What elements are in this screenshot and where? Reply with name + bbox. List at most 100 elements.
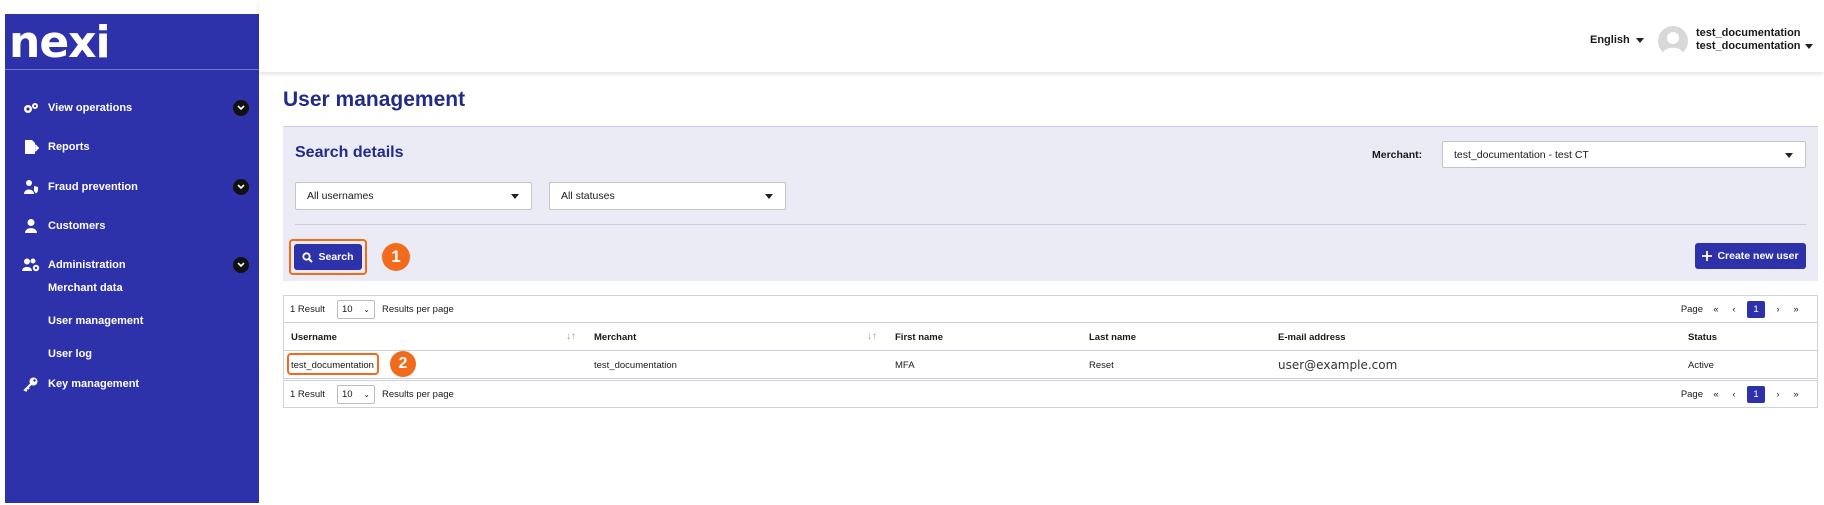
caret-down-icon xyxy=(1785,153,1793,158)
key-icon xyxy=(21,374,41,394)
results-bar-top: 1 Result 10 ⌄ Results per page Page « ‹ … xyxy=(283,295,1818,323)
nexi-logo[interactable]: nexi xyxy=(9,21,111,65)
search-panel-title: Search details xyxy=(295,144,404,161)
next-page-button[interactable]: › xyxy=(1769,304,1787,315)
sort-icon[interactable]: ↓↑ xyxy=(566,331,576,342)
chevron-down-icon[interactable] xyxy=(233,100,249,116)
cell-username[interactable]: test_documentation xyxy=(291,360,374,371)
chevron-down-icon: ⌄ xyxy=(363,390,370,399)
merchant-select-value: test_documentation - test CT xyxy=(1454,148,1589,161)
sidebar-item-reports[interactable]: Reports xyxy=(5,132,259,162)
search-panel: Search details Merchant: test_documentat… xyxy=(283,126,1818,281)
sidebar-subitem-merchant-data[interactable]: Merchant data xyxy=(48,282,123,294)
chevron-down-icon[interactable] xyxy=(233,257,249,273)
caret-down-icon xyxy=(511,194,519,199)
status-select[interactable]: All statuses xyxy=(549,182,786,210)
current-page-button[interactable]: 1 xyxy=(1747,301,1765,318)
prev-page-button[interactable]: ‹ xyxy=(1725,389,1743,400)
pagination: Page « ‹ 1 › » xyxy=(1681,386,1805,403)
sidebar-item-label: Key management xyxy=(48,378,140,390)
search-button[interactable]: Search xyxy=(294,244,362,270)
merchant-label: Merchant: xyxy=(1372,149,1423,161)
sidebar-divider xyxy=(5,69,259,70)
step-badge-1: 1 xyxy=(382,243,410,271)
column-header-first-name: First name xyxy=(895,332,944,343)
sidebar-subitem-user-log[interactable]: User log xyxy=(48,348,92,360)
language-label: English xyxy=(1590,34,1630,46)
first-page-button[interactable]: « xyxy=(1707,304,1725,315)
table-row[interactable]: test_documentation 2 test_documentation … xyxy=(284,351,1817,379)
column-header-last-name: Last name xyxy=(1089,332,1136,343)
per-page-select[interactable]: 10 ⌄ xyxy=(337,385,375,404)
sidebar: nexi View operations Reports Fraud preve… xyxy=(5,14,259,503)
sidebar-subitem-user-management[interactable]: User management xyxy=(48,315,143,327)
results-bar-bottom: 1 Result 10 ⌄ Results per page Page « ‹ … xyxy=(283,380,1818,408)
current-page-button[interactable]: 1 xyxy=(1747,386,1765,403)
sidebar-item-label: Customers xyxy=(48,220,106,232)
report-export-icon xyxy=(21,137,41,157)
plus-icon xyxy=(1702,251,1713,261)
create-new-user-button[interactable]: Create new user xyxy=(1695,243,1806,269)
app-root: nexi View operations Reports Fraud preve… xyxy=(0,0,1824,505)
avatar[interactable] xyxy=(1658,26,1688,56)
step-badge-2: 2 xyxy=(390,351,416,377)
sort-icon[interactable]: ↓↑ xyxy=(867,331,877,342)
sidebar-item-view-operations[interactable]: View operations xyxy=(5,93,259,123)
per-page-label: Results per page xyxy=(382,389,454,400)
per-page-value: 10 xyxy=(342,304,353,315)
sidebar-item-key-management[interactable]: Key management xyxy=(5,369,259,399)
first-page-button[interactable]: « xyxy=(1707,389,1725,400)
users-table: Username ↓↑ Merchant ↓↑ First name Last … xyxy=(283,323,1818,379)
sidebar-item-label: View operations xyxy=(48,102,133,114)
cell-status: Active xyxy=(1688,360,1714,371)
search-icon xyxy=(302,251,314,263)
result-count: 1 Result xyxy=(290,389,325,400)
sidebar-item-label: Fraud prevention xyxy=(48,181,138,193)
sidebar-item-administration[interactable]: Administration xyxy=(5,250,259,280)
user-menu[interactable]: test_documentation test_documentation xyxy=(1696,27,1813,53)
caret-down-icon xyxy=(1804,44,1813,49)
caret-down-icon xyxy=(1635,37,1644,43)
search-button-label: Search xyxy=(318,251,354,263)
user-icon xyxy=(21,216,41,236)
status-select-value: All statuses xyxy=(561,190,615,202)
next-page-button[interactable]: › xyxy=(1769,389,1787,400)
sidebar-item-label: Administration xyxy=(48,259,126,271)
last-page-button[interactable]: » xyxy=(1787,304,1805,315)
users-cog-icon xyxy=(21,255,41,275)
user-shield-icon xyxy=(21,177,41,197)
column-header-email: E-mail address xyxy=(1278,332,1346,343)
merchant-select[interactable]: test_documentation - test CT xyxy=(1442,141,1806,168)
column-header-merchant[interactable]: Merchant xyxy=(594,332,636,343)
user-name-line2: test_documentation xyxy=(1696,40,1801,52)
cell-merchant: test_documentation xyxy=(594,360,677,371)
per-page-select[interactable]: 10 ⌄ xyxy=(337,300,375,319)
create-new-user-label: Create new user xyxy=(1717,250,1799,262)
page-title: User management xyxy=(283,88,466,111)
last-page-button[interactable]: » xyxy=(1787,389,1805,400)
panel-divider xyxy=(295,224,1806,225)
gears-icon xyxy=(21,98,41,118)
column-header-username[interactable]: Username xyxy=(291,332,337,343)
page-label: Page xyxy=(1680,304,1703,315)
username-select[interactable]: All usernames xyxy=(295,182,532,210)
pagination: Page « ‹ 1 › » xyxy=(1681,301,1805,318)
table-header-row: Username ↓↑ Merchant ↓↑ First name Last … xyxy=(284,323,1817,351)
chevron-down-icon[interactable] xyxy=(233,179,249,195)
sidebar-item-label: Reports xyxy=(48,141,90,153)
column-header-status: Status xyxy=(1688,332,1718,343)
username-select-value: All usernames xyxy=(307,190,374,202)
prev-page-button[interactable]: ‹ xyxy=(1725,304,1743,315)
result-count: 1 Result xyxy=(290,304,325,315)
page-label: Page xyxy=(1680,389,1703,400)
language-selector[interactable]: English xyxy=(1590,34,1644,46)
cell-first-name: MFA xyxy=(895,360,915,371)
cell-last-name: Reset xyxy=(1089,360,1114,371)
sidebar-item-customers[interactable]: Customers xyxy=(5,211,259,241)
user-name-line1: test_documentation xyxy=(1696,27,1801,39)
cell-email: user@example.com xyxy=(1278,358,1398,372)
sidebar-item-fraud-prevention[interactable]: Fraud prevention xyxy=(5,172,259,202)
caret-down-icon xyxy=(765,194,773,199)
per-page-value: 10 xyxy=(342,389,353,400)
per-page-label: Results per page xyxy=(382,304,454,315)
